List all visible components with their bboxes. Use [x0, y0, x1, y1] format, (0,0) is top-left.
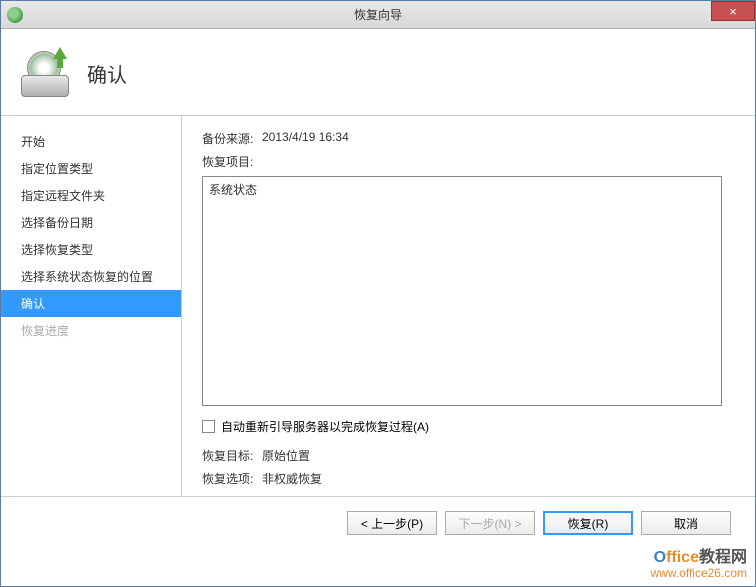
sidebar-item-backup-date[interactable]: 选择备份日期	[1, 209, 181, 236]
window-title: 恢复向导	[354, 6, 402, 23]
sidebar-item-label: 选择系统状态恢复的位置	[21, 270, 153, 284]
back-button[interactable]: < 上一步(P)	[347, 511, 437, 535]
restore-target-value: 原始位置	[262, 447, 310, 464]
button-label: < 上一步(P)	[361, 515, 423, 532]
sidebar-item-start[interactable]: 开始	[1, 128, 181, 155]
sidebar-item-label: 选择备份日期	[21, 216, 93, 230]
close-button[interactable]: ×	[711, 1, 755, 21]
backup-source-row: 备份来源: 2013/4/19 16:34	[202, 130, 731, 147]
auto-reboot-label: 自动重新引导服务器以完成恢复过程(A)	[221, 418, 429, 435]
button-label: 恢复(R)	[568, 515, 609, 532]
backup-source-label: 备份来源:	[202, 130, 262, 147]
restore-option-label: 恢复选项:	[202, 470, 262, 487]
sidebar-item-restore-type[interactable]: 选择恢复类型	[1, 236, 181, 263]
sidebar-item-label: 确认	[21, 297, 45, 311]
sidebar-item-label: 恢复进度	[21, 324, 69, 338]
button-label: 下一步(N) >	[458, 515, 521, 532]
sidebar-item-label: 选择恢复类型	[21, 243, 93, 257]
content-panel: 备份来源: 2013/4/19 16:34 恢复项目: 系统状态 自动重新引导服…	[182, 116, 755, 496]
restore-icon	[21, 49, 69, 97]
restore-target-label: 恢复目标:	[202, 447, 262, 464]
titlebar: 恢复向导 ×	[1, 1, 755, 29]
cancel-button[interactable]: 取消	[641, 511, 731, 535]
sidebar-item-confirm[interactable]: 确认	[1, 290, 181, 317]
watermark-line2: www.office26.com	[651, 567, 748, 580]
next-button: 下一步(N) >	[445, 511, 535, 535]
wizard-window: 恢复向导 × 确认 开始 指定位置类型 指定远程文件夹 选择备份日期 选择恢复类…	[0, 0, 756, 587]
restore-items-row: 恢复项目:	[202, 153, 731, 170]
app-icon	[7, 7, 23, 23]
restore-button[interactable]: 恢复(R)	[543, 511, 633, 535]
sidebar-item-system-state-location[interactable]: 选择系统状态恢复的位置	[1, 263, 181, 290]
watermark: Office教程网 www.office26.com	[651, 549, 748, 580]
list-item: 系统状态	[209, 181, 715, 198]
restore-target-row: 恢复目标: 原始位置	[202, 447, 731, 464]
auto-reboot-row: 自动重新引导服务器以完成恢复过程(A)	[202, 418, 731, 435]
auto-reboot-checkbox[interactable]	[202, 420, 215, 433]
watermark-line1: Office教程网	[651, 549, 748, 567]
wizard-body: 开始 指定位置类型 指定远程文件夹 选择备份日期 选择恢复类型 选择系统状态恢复…	[1, 116, 755, 496]
button-label: 取消	[674, 515, 698, 532]
restore-option-value: 非权威恢复	[262, 470, 322, 487]
restore-option-row: 恢复选项: 非权威恢复	[202, 470, 731, 487]
page-title: 确认	[87, 59, 127, 88]
sidebar-item-label: 开始	[21, 135, 45, 149]
close-icon: ×	[729, 4, 737, 19]
sidebar-item-progress: 恢复进度	[1, 317, 181, 344]
restore-items-listbox[interactable]: 系统状态	[202, 176, 722, 406]
sidebar-item-location-type[interactable]: 指定位置类型	[1, 155, 181, 182]
sidebar: 开始 指定位置类型 指定远程文件夹 选择备份日期 选择恢复类型 选择系统状态恢复…	[1, 116, 181, 496]
restore-items-label: 恢复项目:	[202, 153, 262, 170]
backup-source-value: 2013/4/19 16:34	[262, 130, 349, 147]
wizard-footer: < 上一步(P) 下一步(N) > 恢复(R) 取消	[1, 496, 755, 549]
sidebar-item-label: 指定位置类型	[21, 162, 93, 176]
sidebar-item-label: 指定远程文件夹	[21, 189, 105, 203]
wizard-header: 确认	[1, 29, 755, 116]
sidebar-item-remote-folder[interactable]: 指定远程文件夹	[1, 182, 181, 209]
